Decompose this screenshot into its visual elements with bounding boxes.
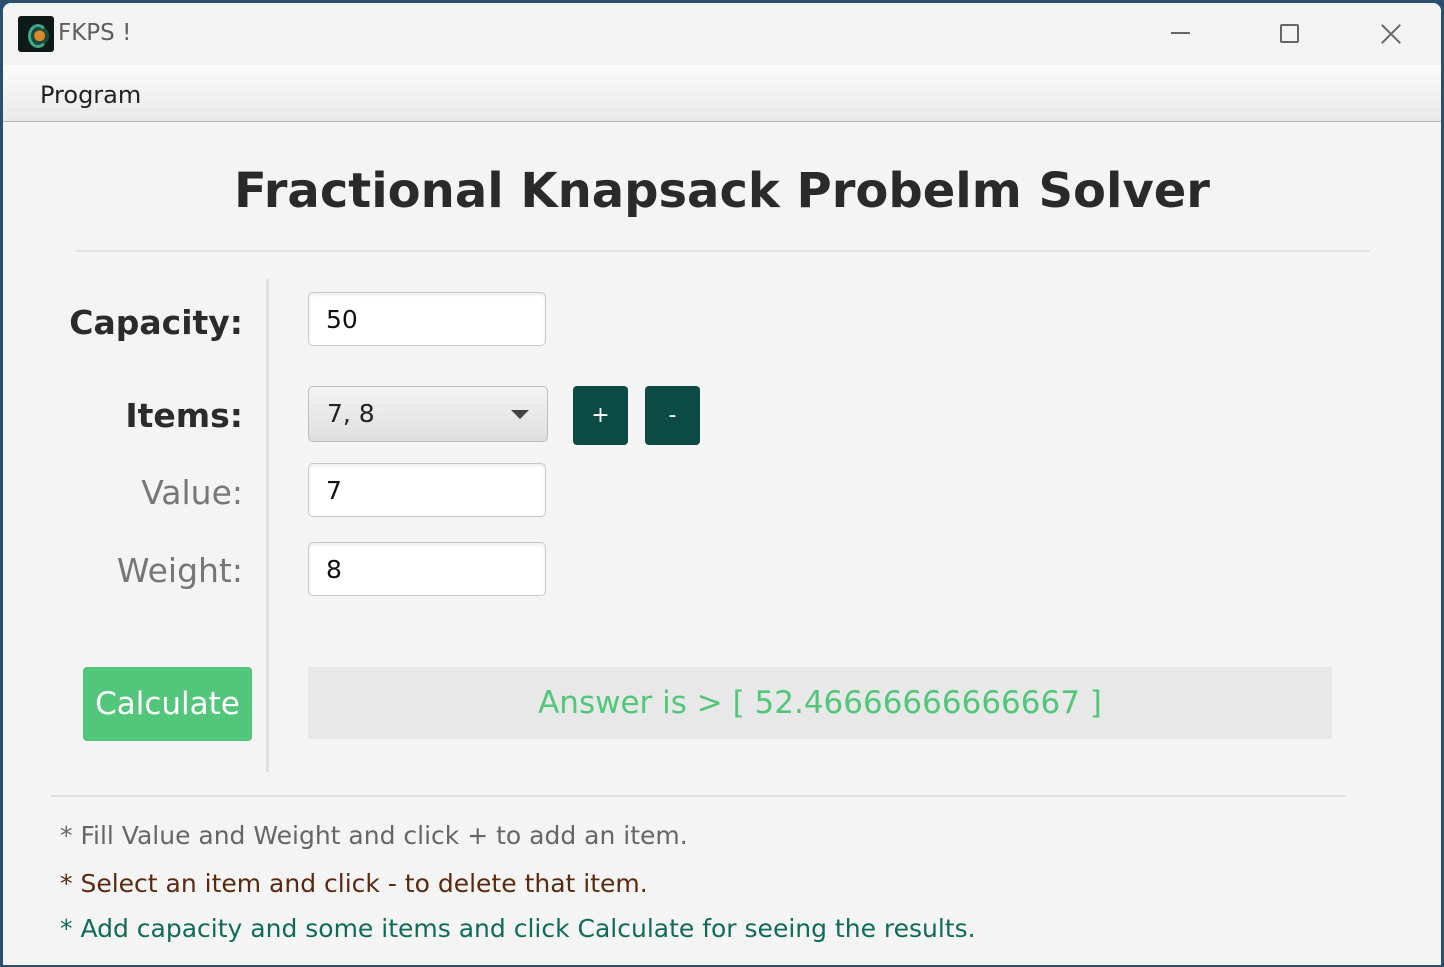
items-select[interactable]: 7, 8 <box>308 386 548 442</box>
weight-input[interactable]: 8 <box>308 542 546 596</box>
calculate-button[interactable]: Calculate <box>83 667 252 741</box>
close-button[interactable] <box>1337 3 1441 65</box>
minimize-button[interactable] <box>1128 3 1232 65</box>
maximize-button[interactable] <box>1233 3 1337 65</box>
maximize-icon <box>1280 24 1299 43</box>
hint-delete-item: * Select an item and click - to delete t… <box>60 869 648 898</box>
minimize-icon <box>1171 32 1190 34</box>
delete-item-button[interactable]: - <box>645 386 700 445</box>
weight-label: Weight: <box>116 551 243 590</box>
divider-vertical <box>266 279 269 772</box>
menu-bar: Program <box>3 65 1441 122</box>
items-label: Items: <box>125 396 243 435</box>
divider-top <box>76 250 1370 252</box>
value-label: Value: <box>141 473 243 512</box>
hint-calculate: * Add capacity and some items and click … <box>60 914 976 943</box>
add-item-button[interactable]: + <box>573 386 628 445</box>
window-title: FKPS ! <box>58 20 132 46</box>
items-selected-value: 7, 8 <box>327 399 375 428</box>
title-bar[interactable]: FKPS ! <box>3 3 1441 65</box>
capacity-label: Capacity: <box>69 303 243 342</box>
value-input[interactable]: 7 <box>308 463 546 517</box>
menu-program[interactable]: Program <box>40 81 141 109</box>
app-window: FKPS ! Program Fractional Knapsack Probe… <box>3 3 1441 965</box>
page-title: Fractional Knapsack Probelm Solver <box>234 163 1210 219</box>
divider-bottom <box>51 795 1346 797</box>
hint-add-item: * Fill Value and Weight and click + to a… <box>60 821 688 850</box>
close-icon <box>1379 22 1403 46</box>
capacity-input[interactable]: 50 <box>308 292 546 346</box>
chevron-down-icon <box>511 410 529 419</box>
app-logo-icon <box>18 16 54 52</box>
answer-display: Answer is > [ 52.46666666666667 ] <box>308 667 1332 739</box>
